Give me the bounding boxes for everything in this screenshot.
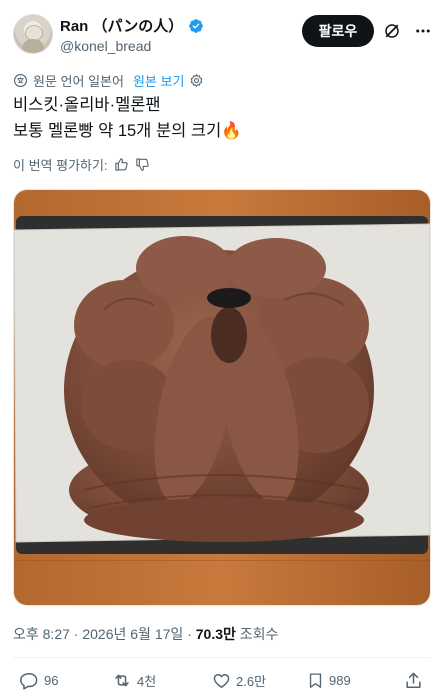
view-count-value: 70.3만	[195, 626, 236, 642]
tweet-time[interactable]: 오후 8:27	[13, 626, 70, 642]
reply-button[interactable]: 96	[20, 671, 58, 690]
share-button[interactable]	[404, 671, 423, 690]
reply-count: 96	[44, 673, 59, 688]
retweet-button[interactable]: 4천	[112, 671, 156, 690]
more-options-icon[interactable]	[414, 22, 432, 40]
tweet-text-line-2: 보통 멜론빵 약 15개 분의 크기🔥	[13, 122, 242, 140]
tweet-meta: 오후 8:27 · 2026년 6월 17일 · 70.3만 조회수	[13, 624, 278, 644]
follow-button[interactable]: 팔로우	[302, 15, 374, 47]
tweet-header: Ran （パンの人） @konel_bread 팔로우	[0, 0, 443, 68]
bookmark-count: 989	[329, 673, 351, 688]
divider	[13, 657, 430, 658]
bookmark-icon	[309, 673, 322, 688]
tweet-date[interactable]: 2026년 6월 17일	[82, 626, 183, 642]
tweet-text-line-1: 비스킷·올리바·멜론팬	[13, 96, 161, 114]
retweet-icon	[115, 674, 129, 687]
rate-translation-row: 이 번역 평가하기:	[13, 155, 150, 174]
like-count: 2.6만	[236, 674, 267, 689]
author-name-row[interactable]: Ran （パンの人）	[60, 15, 204, 36]
author-handle[interactable]: @konel_bread	[60, 38, 151, 54]
tweet-actions-bar: 96 4천 2.6만 989	[0, 671, 443, 699]
avatar[interactable]	[13, 14, 53, 54]
view-count-label: 조회수	[239, 626, 279, 642]
reply-icon	[20, 673, 38, 690]
tweet-photo[interactable]	[13, 189, 431, 606]
retweet-count: 4천	[137, 674, 157, 689]
show-original-link[interactable]: 원본 보기	[133, 71, 184, 90]
grok-icon[interactable]	[383, 22, 401, 40]
thumbs-up-icon[interactable]	[114, 157, 129, 172]
gear-icon[interactable]	[189, 73, 204, 88]
rate-translation-label: 이 번역 평가하기:	[13, 158, 108, 173]
heart-icon	[213, 673, 230, 688]
thumbs-down-icon[interactable]	[135, 157, 150, 172]
bookmark-button[interactable]: 989	[307, 671, 351, 690]
like-button[interactable]: 2.6만	[212, 671, 266, 690]
share-icon	[406, 672, 421, 688]
translate-icon	[14, 74, 27, 87]
avatar-body	[22, 39, 44, 53]
translation-note-row: 원문 언어 일본어 원본 보기	[13, 71, 204, 90]
author-display-name[interactable]: Ran （パンの人）	[60, 15, 183, 36]
tweet-text: 비스킷·올리바·멜론팬 보통 멜론빵 약 15개 분의 크기🔥	[13, 92, 242, 144]
meta-separator: ·	[187, 626, 196, 642]
melon-bread-photo-image	[14, 190, 430, 605]
translation-note-text: 원문 언어 일본어	[33, 74, 124, 89]
verified-badge-icon	[189, 18, 204, 33]
